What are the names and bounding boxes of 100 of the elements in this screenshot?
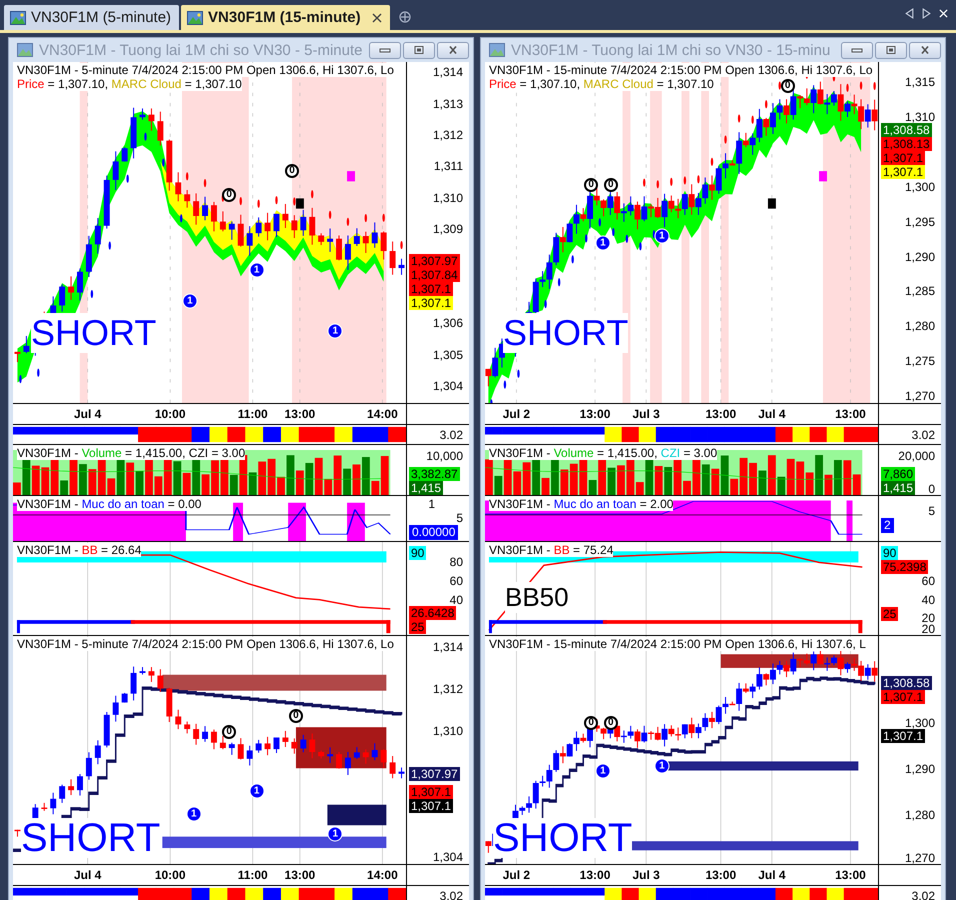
- close-icon[interactable]: [372, 12, 382, 22]
- price-tag: 1,307.1: [881, 151, 926, 165]
- maximize-button[interactable]: [875, 42, 907, 58]
- maximize-button[interactable]: [403, 42, 435, 58]
- indicator-legend: VN30F1M - Volume = 1,415.00, CZI = 3.00: [489, 446, 718, 460]
- signal-marker: 1: [249, 784, 264, 799]
- price-tag: 1,307.1: [881, 165, 926, 179]
- signal-marker: 1: [328, 826, 343, 842]
- axis-label: 3.02: [912, 888, 935, 900]
- axis-label: 10:00: [154, 868, 186, 882]
- axis-label: 13:00: [835, 868, 866, 882]
- signal-marker: 0: [584, 716, 598, 730]
- indicator-legend: VN30F1M - Volume = 1,415.00, CZI = 3.00: [17, 446, 246, 460]
- price-tag: 1,307.1: [409, 785, 454, 800]
- signal-marker: 1: [186, 806, 202, 822]
- signal-marker: 1: [654, 758, 670, 774]
- indicator-legend: VN30F1M - Muc do an toan = 0.00: [17, 497, 202, 511]
- price-tag: 1,415: [409, 481, 444, 495]
- price-tag: 90: [409, 546, 426, 560]
- signal-label: SHORT: [503, 313, 628, 353]
- signal-marker: 0: [780, 78, 795, 93]
- axis-label: 1,304: [432, 851, 463, 864]
- axis-label: Jul 3: [632, 407, 660, 421]
- close-button[interactable]: [909, 42, 941, 58]
- axis-label: 13:00: [284, 407, 316, 421]
- restore-icon: [885, 46, 897, 54]
- axis-label: 1,314: [432, 641, 463, 654]
- price-tag: 1,307.1: [409, 296, 454, 310]
- axis-label: 1,313: [432, 98, 463, 110]
- tab[interactable]: VN30F1M (15-minute): [181, 5, 390, 30]
- signal-label: SHORT: [31, 313, 156, 353]
- signal-square: [347, 171, 355, 182]
- axis-label: 5: [456, 511, 463, 525]
- price-tag: 0.00000: [409, 525, 458, 540]
- price-tag: 7,860: [881, 467, 916, 481]
- window-title: VN30F1M - Tuong lai 1M chi so VN30 - 5-minute: [39, 42, 363, 58]
- axis-label: 80: [450, 556, 463, 568]
- price-tag: 1,307.84: [409, 268, 460, 282]
- signal-marker: 0: [604, 716, 618, 730]
- minimize-icon: [379, 46, 391, 54]
- axis-label: 13:00: [284, 868, 316, 882]
- axis-label: 20: [922, 623, 935, 635]
- price-tag: 1,308.58: [881, 676, 932, 690]
- axis-label: 1,270: [904, 390, 935, 402]
- price-tag: 1,415: [881, 481, 916, 495]
- axis-label: 1,295: [904, 216, 935, 228]
- axis-label: 1,310: [904, 111, 935, 123]
- price-tag: 1,307.1: [409, 799, 454, 814]
- axis-label: 1,306: [432, 317, 463, 330]
- axis-label: 60: [450, 575, 463, 588]
- signal-marker: 1: [595, 235, 610, 250]
- axis-label: 13:00: [705, 407, 736, 421]
- axis-label: 1,304: [432, 380, 463, 392]
- price-tag: 3,382.87: [409, 467, 460, 481]
- price-tag: 90: [881, 546, 898, 560]
- price-tag: 25: [409, 620, 426, 634]
- scroll-left-icon[interactable]: [905, 8, 914, 19]
- axis-label: 1,280: [904, 320, 935, 332]
- indicator-label: BB50: [505, 582, 569, 613]
- signal-marker: 0: [604, 178, 618, 192]
- axis-label: 11:00: [238, 407, 268, 421]
- price-tag: 1,307.1: [881, 690, 926, 704]
- indicator-legend: Price = 1,307.10, MARC Cloud = 1,307.10: [489, 77, 714, 91]
- close-button[interactable]: [437, 42, 469, 58]
- close-icon: [919, 46, 931, 54]
- axis-label: 20,000: [898, 450, 935, 462]
- chart-window-icon: [17, 43, 33, 57]
- axis-label: 10:00: [154, 407, 186, 421]
- axis-label: 3.02: [912, 428, 935, 442]
- axis-label: 40: [450, 594, 463, 606]
- indicator-legend: VN30F1M - 15-minute 7/4/2024 2:15:00 PM Open 1306.6, Hi 1307.6, Lo: [489, 63, 873, 77]
- axis-label: 1,275: [904, 355, 935, 368]
- tab[interactable]: VN30F1M (5-minute): [4, 5, 180, 30]
- minimize-icon: [851, 46, 863, 54]
- axis-label: 1,305: [432, 348, 463, 361]
- signal-marker: 0: [288, 708, 303, 723]
- price-tag: 25: [881, 606, 898, 621]
- signal-marker: 1: [249, 262, 264, 278]
- price-tag: 1,308.13: [881, 137, 932, 151]
- indicator-legend: VN30F1M - 15-minute 7/4/2024 2:15:00 PM Open 1306.6, Hi 1307.6, L: [489, 637, 866, 651]
- axis-label: 1,280: [904, 809, 935, 822]
- close-icon: [447, 46, 459, 54]
- add-tab-icon[interactable]: [398, 10, 412, 24]
- axis-label: 1,315: [904, 76, 935, 88]
- scroll-right-icon[interactable]: [922, 8, 931, 19]
- axis-label: 1,285: [904, 285, 935, 298]
- axis-label: 14:00: [367, 407, 398, 421]
- signal-marker: 0: [285, 164, 300, 178]
- price-tag: 1,308.58: [881, 123, 932, 137]
- minimize-button[interactable]: [841, 42, 873, 58]
- axis-label: 5: [928, 504, 935, 518]
- price-tag: 26.6428: [409, 606, 456, 620]
- axis-label: Jul 2: [502, 407, 530, 421]
- indicator-legend: VN30F1M - BB = 26.64: [17, 543, 142, 557]
- indicator-legend: VN30F1M - 5-minute 7/4/2024 2:15:00 PM Open 1306.6, Hi 1307.6, Lo: [17, 63, 394, 77]
- indicator-legend: VN30F1M - Muc do an toan = 2.00: [489, 497, 674, 511]
- axis-label: 11:00: [238, 868, 268, 882]
- axis-label: 1: [428, 497, 435, 511]
- axis-label: 13:00: [705, 868, 736, 882]
- minimize-button[interactable]: [369, 42, 401, 58]
